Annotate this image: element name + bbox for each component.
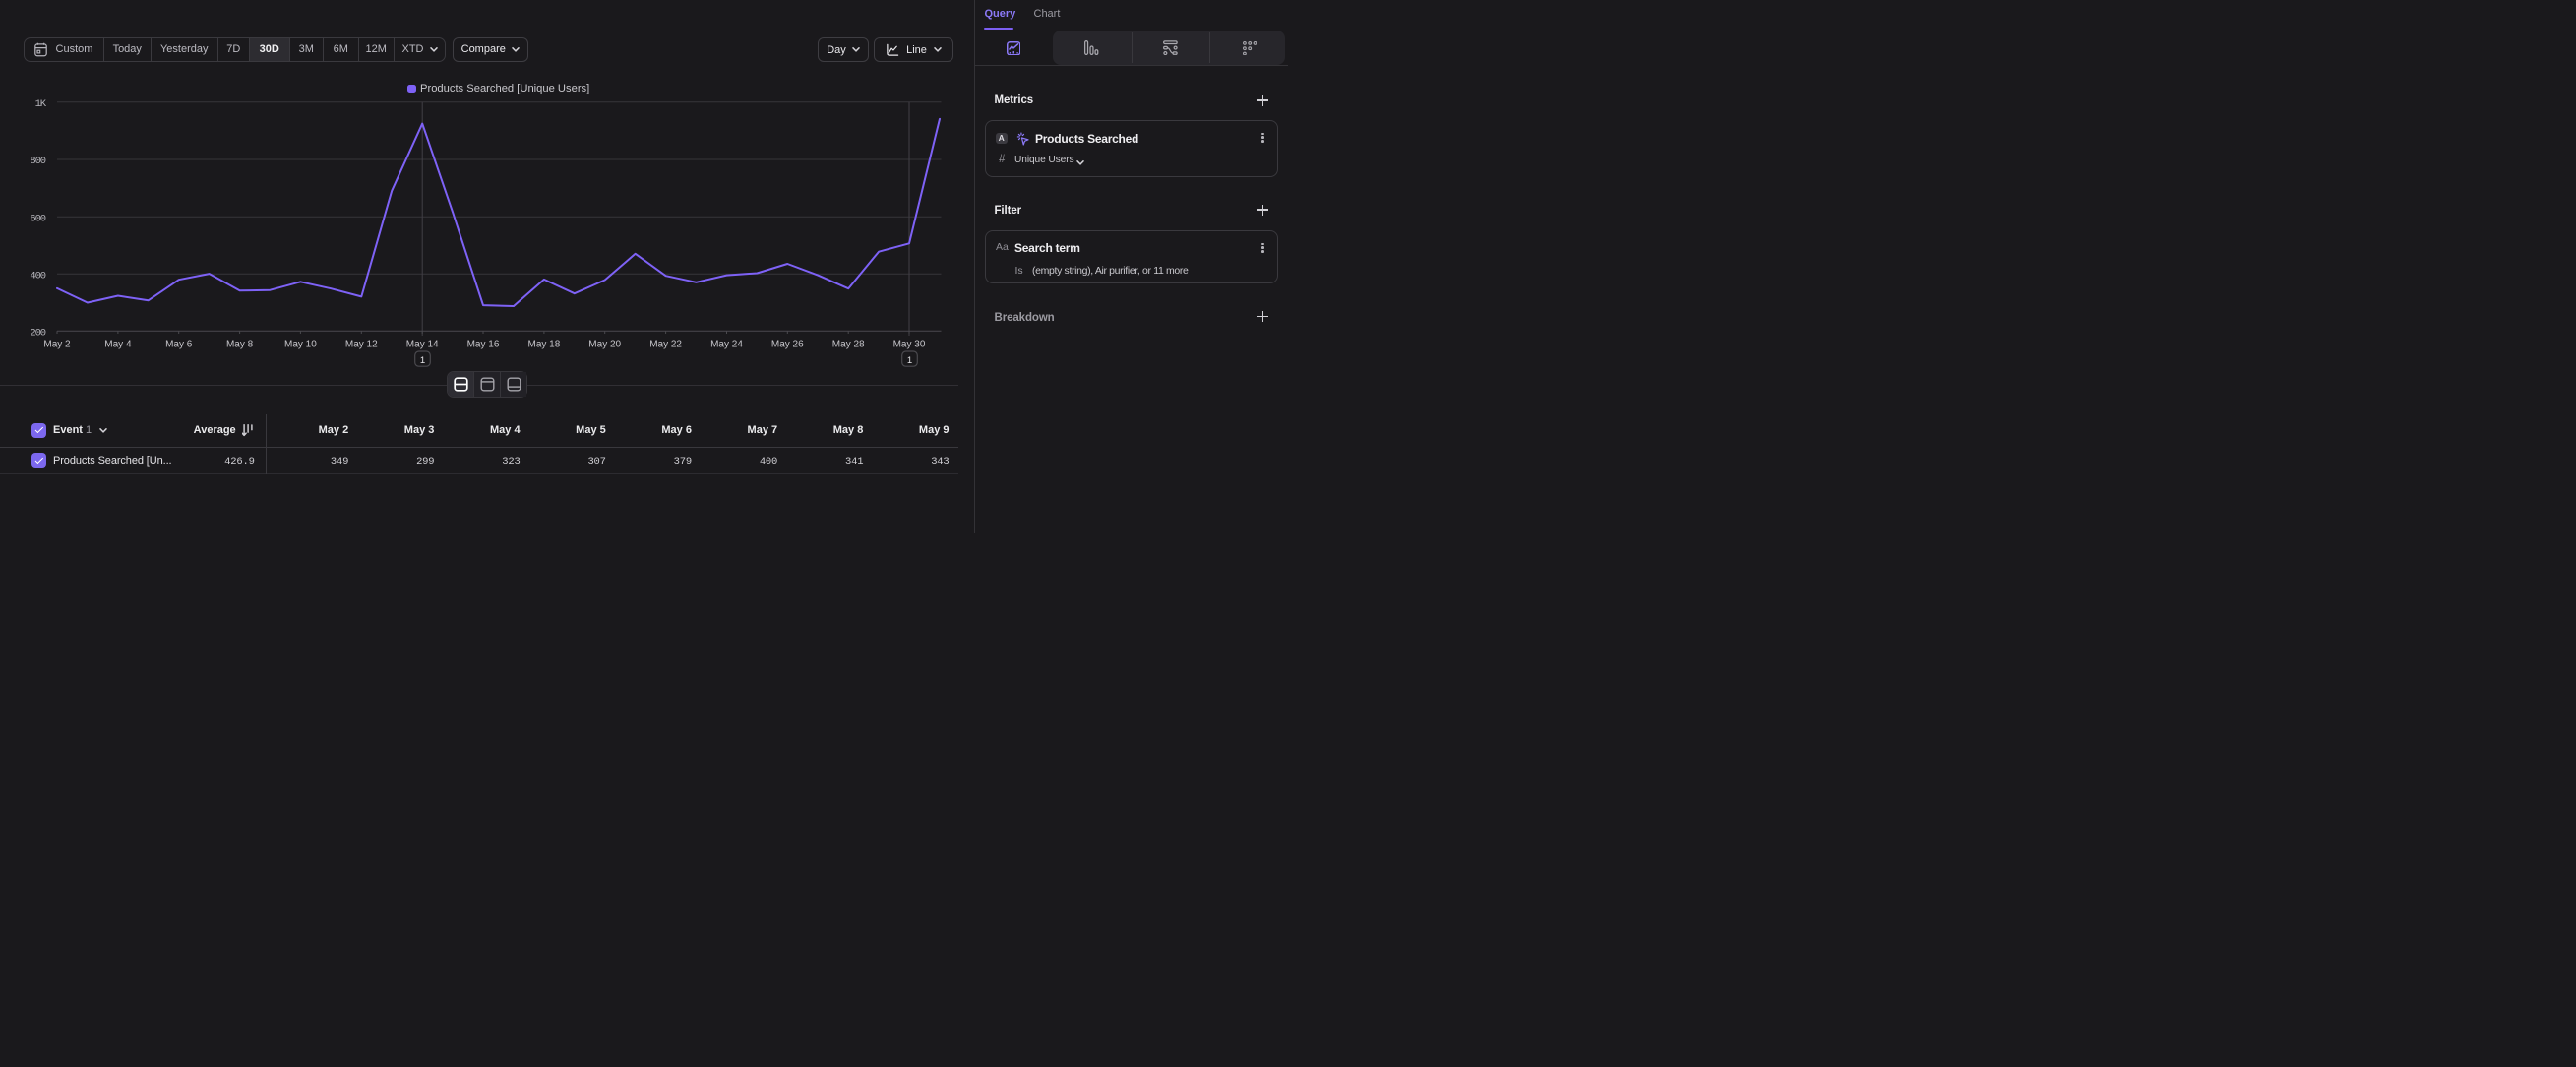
svg-text:1K: 1K (35, 98, 47, 110)
svg-text:May 12: May 12 (345, 340, 378, 350)
svg-text:May 28: May 28 (832, 340, 865, 350)
svg-text:May 30: May 30 (893, 340, 926, 350)
svg-text:May 2: May 2 (43, 340, 71, 350)
svg-text:May 16: May 16 (467, 340, 500, 350)
svg-text:May 6: May 6 (165, 340, 193, 350)
svg-text:600: 600 (30, 213, 45, 224)
svg-text:May 10: May 10 (284, 340, 317, 350)
svg-text:May 4: May 4 (104, 340, 132, 350)
svg-text:800: 800 (30, 156, 45, 167)
svg-text:May 8: May 8 (226, 340, 254, 350)
svg-text:1: 1 (420, 355, 425, 366)
svg-text:400: 400 (30, 270, 45, 282)
svg-text:May 24: May 24 (710, 340, 743, 350)
svg-text:May 14: May 14 (406, 340, 439, 350)
svg-text:200: 200 (30, 327, 45, 339)
svg-text:May 20: May 20 (588, 340, 621, 350)
svg-text:May 18: May 18 (528, 340, 561, 350)
svg-text:May 22: May 22 (649, 340, 682, 350)
svg-text:1: 1 (907, 355, 912, 366)
svg-text:May 26: May 26 (771, 340, 804, 350)
